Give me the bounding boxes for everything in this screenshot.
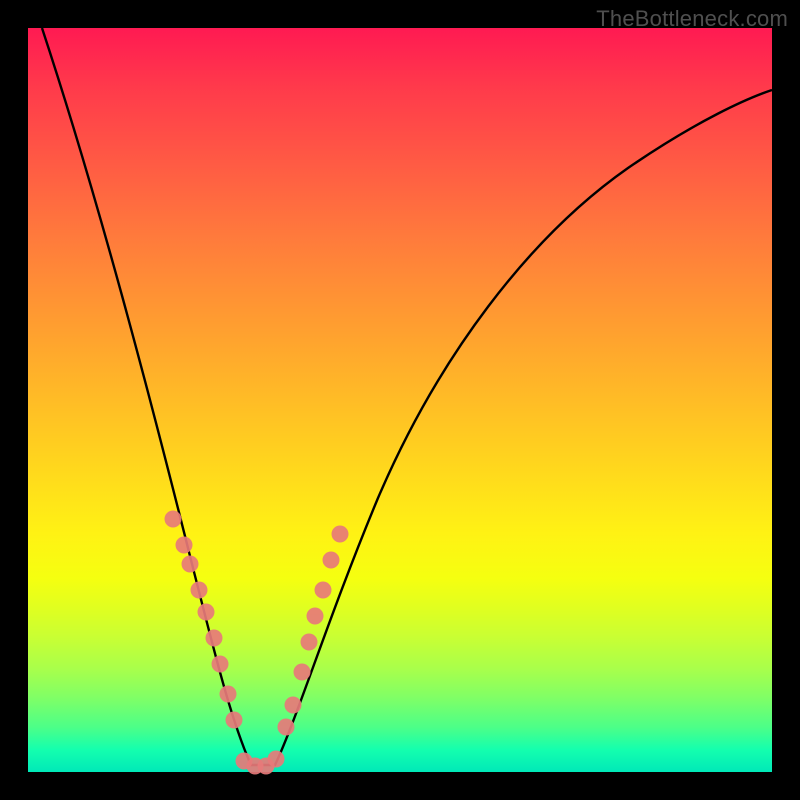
curve-dot xyxy=(197,604,214,621)
curve-dot xyxy=(301,633,318,650)
curve-dot xyxy=(267,750,284,767)
curve-dot xyxy=(191,581,208,598)
curve-dot xyxy=(206,630,223,647)
curve-dot xyxy=(284,697,301,714)
curve-dot xyxy=(176,537,193,554)
chart-frame: TheBottleneck.com xyxy=(0,0,800,800)
curve-dot xyxy=(314,581,331,598)
curve-path xyxy=(42,28,772,765)
curve-dot xyxy=(331,525,348,542)
curve-dot xyxy=(322,551,339,568)
curve-dot xyxy=(165,511,182,528)
curve-dot xyxy=(307,607,324,624)
curve-dot xyxy=(211,656,228,673)
curve-dot xyxy=(278,719,295,736)
bottleneck-curve xyxy=(28,28,772,772)
plot-area xyxy=(28,28,772,772)
attribution-text: TheBottleneck.com xyxy=(596,6,788,32)
curve-dot xyxy=(226,711,243,728)
curve-dot xyxy=(182,555,199,572)
curve-dot xyxy=(293,663,310,680)
curve-dot xyxy=(220,685,237,702)
